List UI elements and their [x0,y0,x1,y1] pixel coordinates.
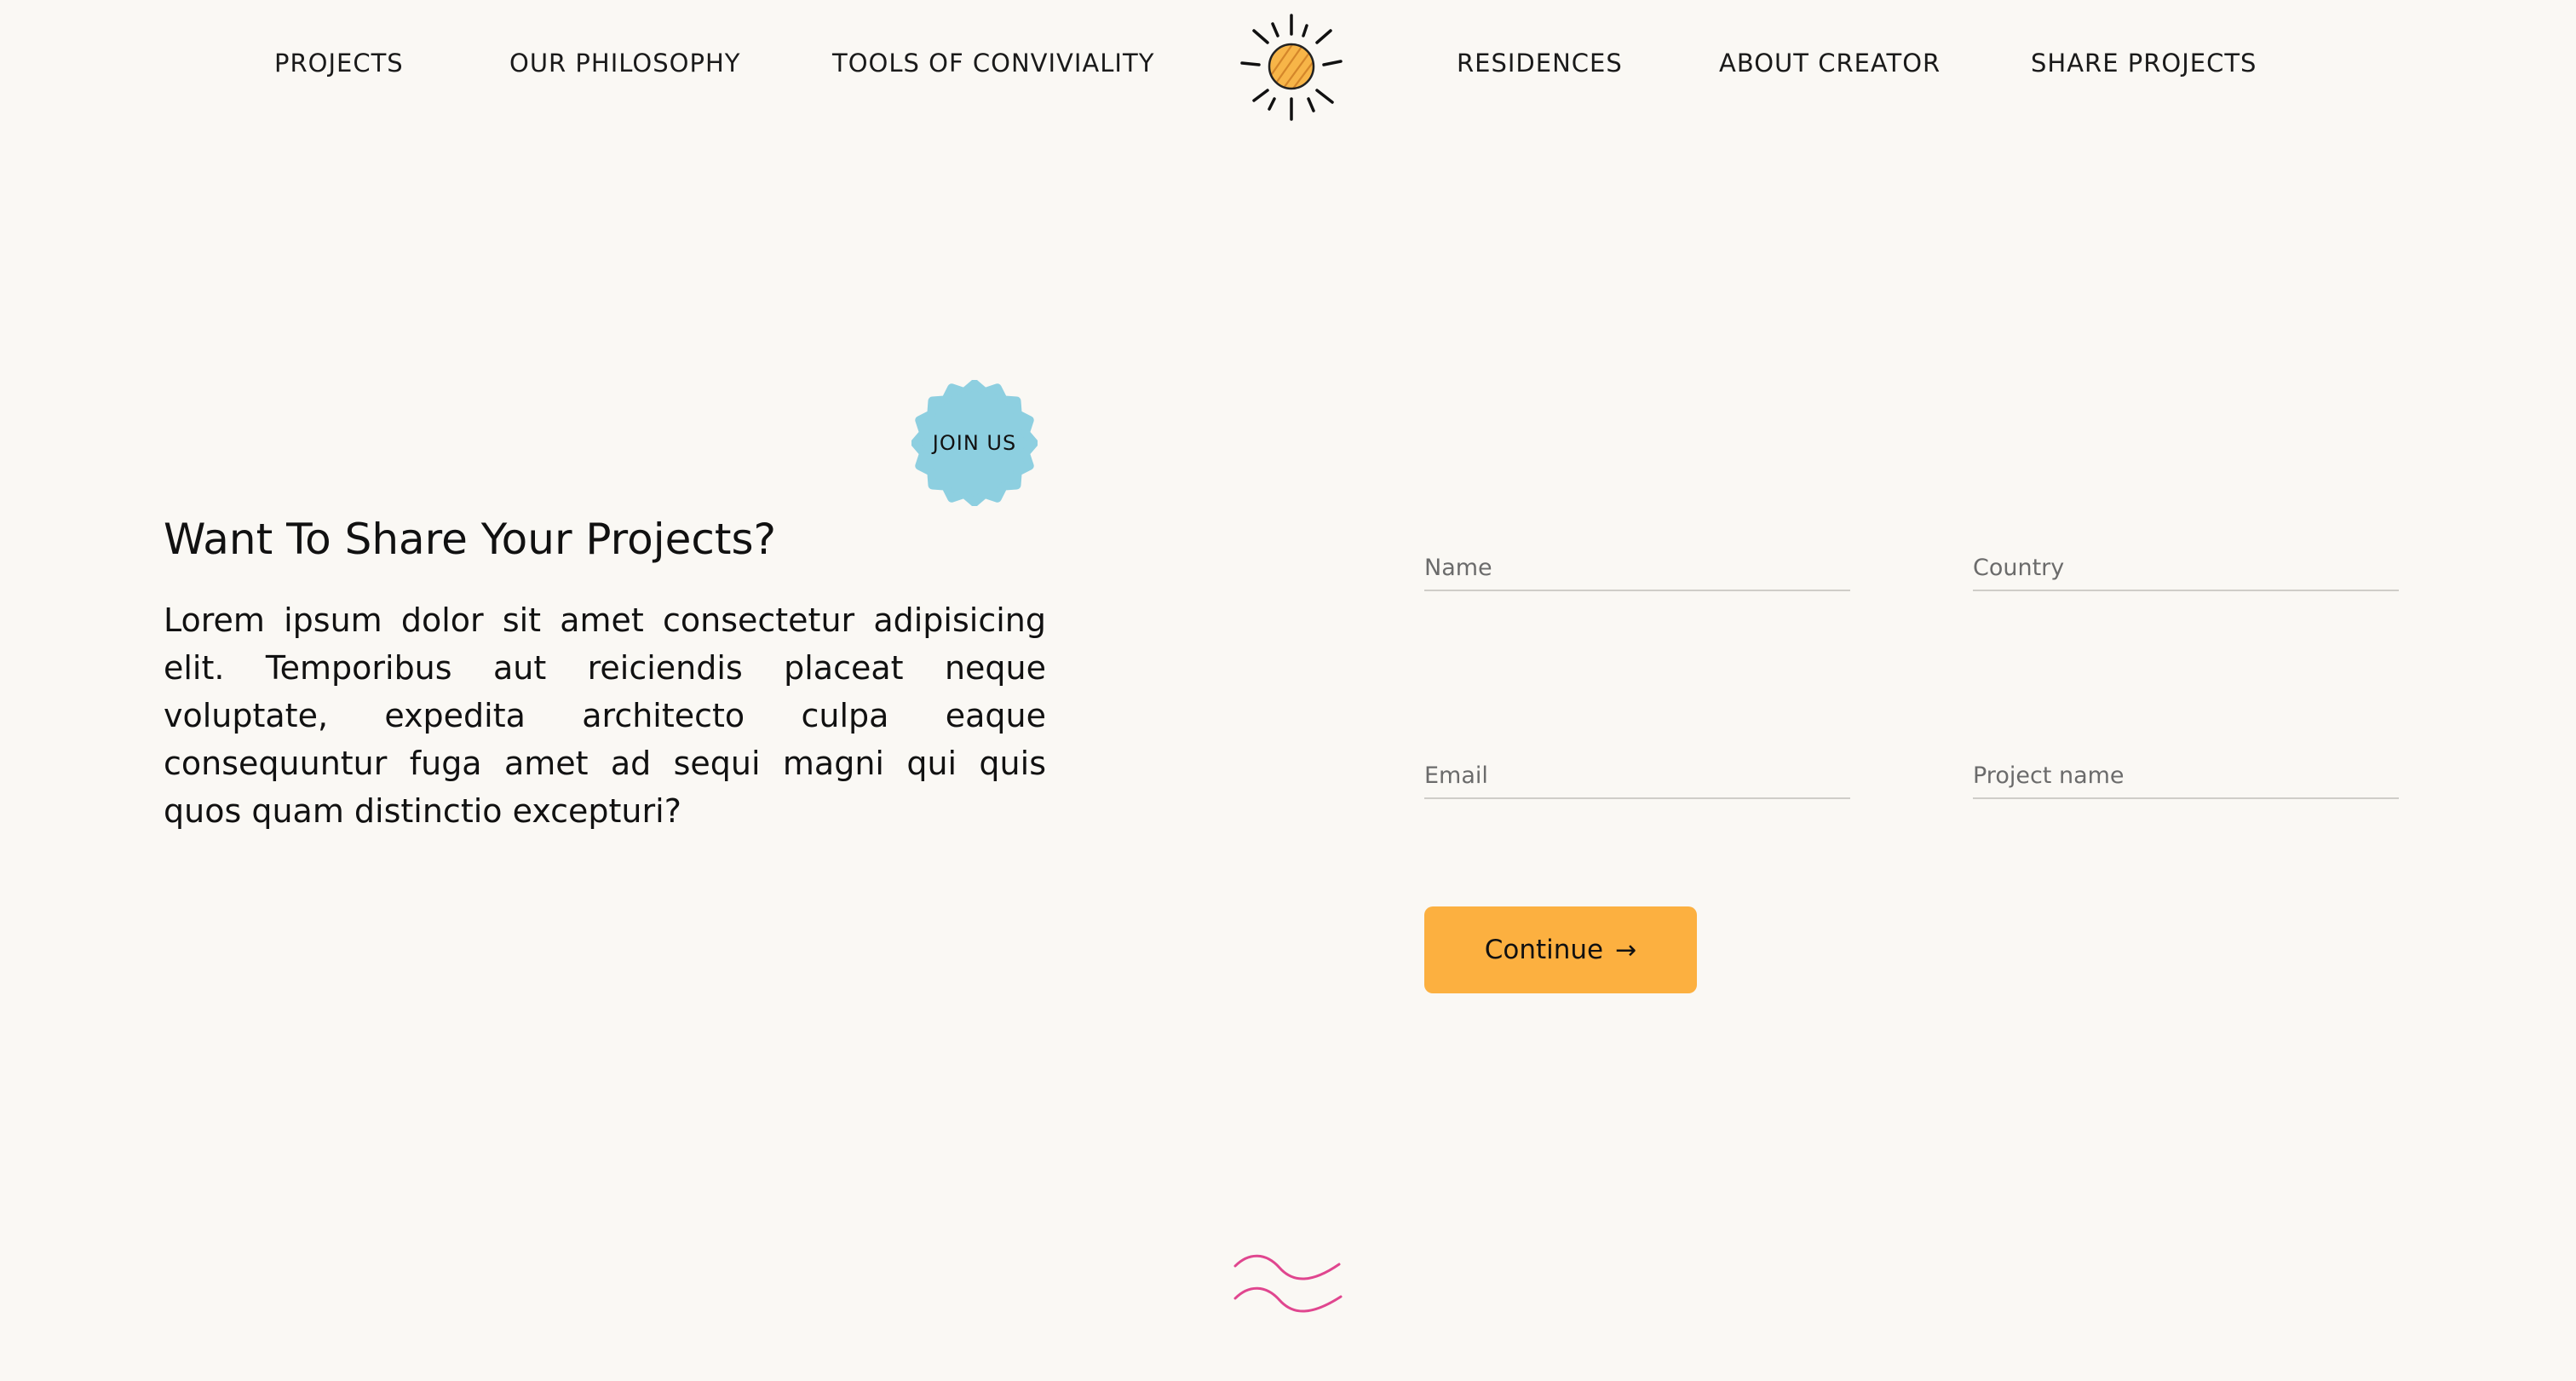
join-us-badge: JOIN US [911,380,1038,506]
page-title: Want To Share Your Projects? [164,515,777,564]
project-name-input[interactable] [1973,762,2399,789]
nav-link-projects[interactable]: PROJECTS [274,49,404,78]
continue-label: Continue [1484,935,1604,965]
arrow-right-icon: → [1615,935,1637,965]
email-field [1424,746,1850,799]
badge-label: JOIN US [932,431,1017,455]
sun-icon[interactable] [1235,12,1346,123]
nav-link-about-creator[interactable]: ABOUT CREATOR [1719,49,1941,78]
nav-link-share-projects[interactable]: SHARE PROJECTS [2031,49,2257,78]
nav-link-residences[interactable]: RESIDENCES [1457,49,1623,78]
waves-icon [1230,1254,1346,1322]
country-input[interactable] [1973,555,2399,581]
project-name-field [1973,746,2399,799]
name-input[interactable] [1424,555,1850,581]
main-nav: PROJECTS OUR PHILOSOPHY TOOLS OF CONVIVI… [0,0,2576,128]
intro-paragraph: Lorem ipsum dolor sit amet consectetur a… [164,601,1046,830]
share-projects-page: PROJECTS OUR PHILOSOPHY TOOLS OF CONVIVI… [0,0,2576,1381]
continue-button[interactable]: Continue → [1424,906,1697,993]
nav-link-our-philosophy[interactable]: OUR PHILOSOPHY [509,49,740,78]
nav-link-tools-of-conviviality[interactable]: TOOLS OF CONVIVIALITY [832,49,1154,78]
name-field [1424,538,1850,591]
email-input[interactable] [1424,762,1850,789]
country-field [1973,538,2399,591]
